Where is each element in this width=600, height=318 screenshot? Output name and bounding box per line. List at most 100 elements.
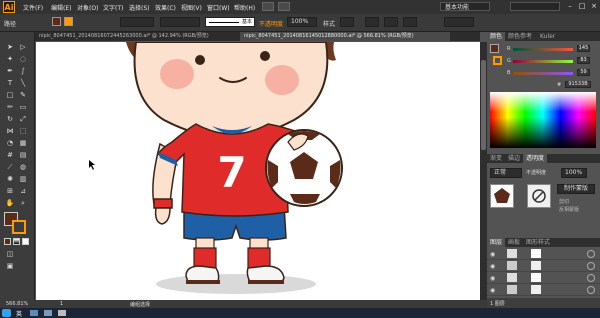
bridge-button[interactable]	[262, 2, 274, 11]
magic-wand-tool-icon[interactable]: ✦	[4, 54, 16, 65]
gradient-mode-icon[interactable]	[13, 238, 20, 245]
draw-mode-icon[interactable]: ◫	[4, 249, 16, 260]
pen-tool-icon[interactable]: ✒	[4, 66, 16, 77]
start-button-icon[interactable]	[2, 309, 11, 317]
scale-tool-icon[interactable]: ⤢	[17, 114, 29, 125]
blend-tool-icon[interactable]: ◍	[17, 162, 29, 173]
color-spectrum[interactable]	[490, 92, 596, 148]
menu-type[interactable]: 文字(T)	[103, 3, 123, 12]
zoom-level[interactable]: 566.81%	[6, 301, 28, 307]
fill-swatch[interactable]	[52, 17, 61, 26]
invert-mask-checkbox-label[interactable]: 反相蒙版	[559, 206, 579, 213]
layer-row[interactable]: ◉	[487, 260, 600, 272]
hand-tool-icon[interactable]: ✋	[4, 198, 16, 209]
b-channel-value[interactable]: 59	[577, 69, 590, 76]
taskbar-app-icon-2[interactable]	[44, 310, 52, 316]
tab-transparency[interactable]: 透明度	[523, 154, 548, 163]
r-channel-value[interactable]: 145	[577, 45, 590, 52]
perspective-grid-tool-icon[interactable]: ▦	[17, 138, 29, 149]
page-number[interactable]: 1	[60, 301, 63, 307]
color-panel-fill-swatch[interactable]	[490, 44, 499, 53]
paintbrush-tool-icon[interactable]: ✎	[17, 90, 29, 101]
color-mode-icon[interactable]	[4, 238, 11, 245]
zoom-tool-icon[interactable]: ⌕	[17, 198, 29, 209]
mesh-tool-icon[interactable]: #	[4, 150, 16, 161]
column-graph-tool-icon[interactable]: ▥	[17, 174, 29, 185]
tab-stroke[interactable]: 描边	[505, 154, 523, 163]
visibility-eye-icon[interactable]: ◉	[490, 251, 495, 258]
menu-effect[interactable]: 效果(C)	[155, 3, 176, 12]
color-panel-stroke-swatch[interactable]	[493, 56, 502, 65]
g-channel-value[interactable]: 83	[577, 57, 590, 64]
recolor-button[interactable]	[365, 17, 379, 27]
line-tool-icon[interactable]: ╲	[17, 78, 29, 89]
b-channel-slider[interactable]	[513, 72, 573, 75]
clip-checkbox-label[interactable]: 剪切	[559, 198, 569, 205]
blend-mode-dropdown[interactable]: 正常	[490, 168, 522, 178]
transparency-opacity-field[interactable]: 100%	[561, 168, 587, 178]
layer-row[interactable]: ◉	[487, 284, 600, 296]
layer-row[interactable]: ◉	[487, 272, 600, 284]
search-field[interactable]	[510, 2, 560, 11]
brush-definition-field[interactable]: 基本	[205, 17, 255, 27]
object-thumbnail[interactable]	[490, 184, 514, 208]
free-transform-tool-icon[interactable]: ⬚	[17, 126, 29, 137]
shape-builder-tool-icon[interactable]: ◔	[4, 138, 16, 149]
tab-layers[interactable]: 图层	[487, 238, 506, 247]
variable-width-field[interactable]	[160, 17, 200, 27]
artboard-tool-icon[interactable]: ⊞	[4, 186, 16, 197]
ime-indicator[interactable]: 英	[16, 309, 22, 318]
rotate-tool-icon[interactable]: ↻	[4, 114, 16, 125]
curvature-tool-icon[interactable]: ∫	[17, 66, 29, 77]
rectangle-tool-icon[interactable]: □	[4, 90, 16, 101]
slice-tool-icon[interactable]: ⊿	[17, 186, 29, 197]
artboard-canvas[interactable]: 7	[36, 42, 480, 300]
stroke-color-swatch[interactable]	[12, 220, 26, 234]
arrange-documents-button[interactable]	[278, 2, 290, 11]
visibility-eye-icon[interactable]: ◉	[490, 275, 495, 282]
scrollbar-thumb[interactable]	[481, 60, 486, 150]
close-icon[interactable]: ×	[589, 2, 599, 11]
menu-view[interactable]: 视图(V)	[181, 3, 202, 12]
transform-button[interactable]	[403, 17, 417, 27]
taskbar-app-icon-3[interactable]	[58, 310, 66, 316]
visibility-eye-icon[interactable]: ◉	[490, 287, 495, 294]
style-dropdown[interactable]	[340, 17, 354, 27]
layer-row[interactable]: ◉	[487, 248, 600, 260]
symbol-sprayer-tool-icon[interactable]: ✺	[4, 174, 16, 185]
make-mask-button[interactable]: 制作蒙版	[557, 184, 595, 194]
taskbar-app-icon[interactable]	[30, 310, 38, 316]
g-channel-slider[interactable]	[513, 60, 573, 63]
menu-edit[interactable]: 编辑(E)	[51, 3, 71, 12]
target-icon[interactable]	[587, 274, 595, 282]
tab-color[interactable]: 颜色	[487, 32, 506, 41]
selection-tool-icon[interactable]: ➤	[4, 42, 16, 53]
menu-select[interactable]: 选择(S)	[129, 3, 150, 12]
none-mode-icon[interactable]	[22, 238, 29, 245]
tab-artboards[interactable]: 画板	[505, 238, 523, 247]
align-button[interactable]	[384, 17, 398, 27]
pencil-tool-icon[interactable]: ✏	[4, 102, 16, 113]
stroke-weight-field[interactable]	[120, 17, 154, 27]
eyedropper-tool-icon[interactable]: ⟋	[4, 162, 16, 173]
menu-file[interactable]: 文件(F)	[23, 3, 43, 12]
tab-gradient[interactable]: 渐变	[487, 154, 505, 163]
opacity-field[interactable]: 100%	[287, 17, 317, 27]
minimize-icon[interactable]: –	[565, 2, 575, 11]
menu-object[interactable]: 对象(O)	[77, 3, 98, 12]
hex-value[interactable]: 91533B	[565, 81, 591, 88]
opacity-label[interactable]: 不透明度	[259, 19, 283, 28]
width-tool-icon[interactable]: ⋈	[4, 126, 16, 137]
tab-graphic-styles[interactable]: 图形样式	[523, 238, 553, 247]
type-tool-icon[interactable]: T	[4, 78, 16, 89]
target-icon[interactable]	[587, 286, 595, 294]
gradient-tool-icon[interactable]: ▤	[17, 150, 29, 161]
menu-help[interactable]: 帮助(H)	[234, 3, 255, 12]
workspace-switcher[interactable]: 基本功能	[440, 2, 490, 11]
visibility-eye-icon[interactable]: ◉	[490, 263, 495, 270]
maximize-icon[interactable]: □	[577, 2, 587, 11]
r-channel-slider[interactable]	[513, 48, 573, 51]
stroke-swatch[interactable]	[64, 17, 73, 26]
target-icon[interactable]	[587, 250, 595, 258]
document-tab-active[interactable]: nipic_8047451_20140816145012880000.ai* @…	[240, 32, 450, 41]
